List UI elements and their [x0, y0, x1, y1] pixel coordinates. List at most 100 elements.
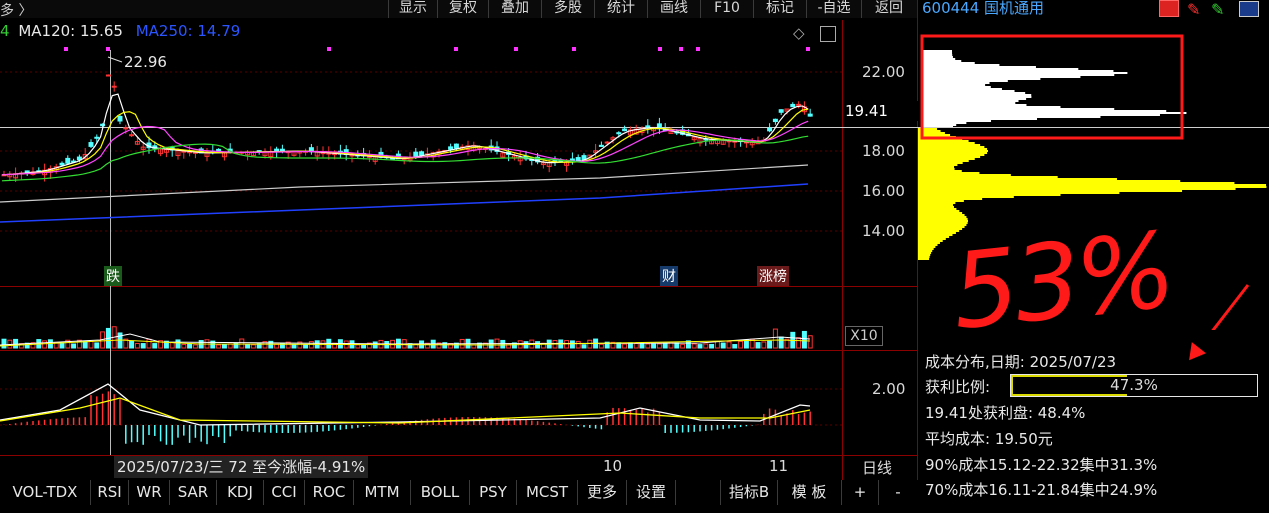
tab-mcst[interactable]: MCST — [517, 480, 578, 505]
chip-bar — [922, 68, 1079, 70]
volume-bar — [1, 338, 7, 349]
chip-bar — [918, 242, 940, 244]
chip-bar — [918, 224, 967, 226]
tab-boll[interactable]: BOLL — [411, 480, 470, 505]
pen-green-icon[interactable]: ✎ — [1211, 0, 1224, 19]
volume-bar — [639, 343, 645, 349]
profit-at-price: 19.41处获利盘: 48.4% — [925, 404, 1086, 422]
tab-vol-tdx[interactable]: VOL-TDX — [0, 480, 91, 505]
chip-bar — [918, 212, 963, 214]
candle-body — [59, 162, 65, 166]
zoom-out-button[interactable]: - — [879, 480, 917, 505]
chip-bar — [918, 248, 934, 250]
signal-dot — [806, 47, 810, 51]
marker-zhangbang[interactable]: 涨榜 — [757, 266, 789, 286]
volume-bar — [71, 343, 77, 349]
volume-bar — [732, 344, 738, 349]
tab-more[interactable]: 更多 — [578, 480, 627, 505]
volume-bar — [82, 341, 88, 349]
chip-bar — [922, 106, 1061, 108]
chip-bar — [918, 160, 969, 162]
kline-chart[interactable] — [0, 0, 918, 480]
marker-die[interactable]: 跌 — [104, 266, 122, 286]
chip-bar — [922, 84, 986, 86]
handwritten-annotation: 53% — [946, 208, 1177, 354]
chip-bar — [922, 80, 1008, 82]
volume-bar — [743, 339, 749, 349]
chip-bar — [918, 162, 963, 164]
period-button[interactable]: 日线 — [862, 457, 892, 478]
tab-kdj[interactable]: KDJ — [217, 480, 264, 505]
marker-cai[interactable]: 财 — [660, 266, 678, 286]
rsi-panel — [0, 383, 811, 445]
indicator-tabs: VOL-TDX RSI WR SAR KDJ CCI ROC MTM BOLL … — [0, 480, 918, 505]
chip-bar — [918, 252, 932, 254]
chip-bar — [922, 72, 1128, 74]
volume-bar — [709, 343, 715, 349]
chip-bar — [918, 216, 967, 218]
tab-wr[interactable]: WR — [129, 480, 170, 505]
crosshair-status: 2025/07/23/三 72 至今涨幅-4.91% — [114, 456, 369, 478]
chip-bar — [922, 76, 1081, 78]
tab-template[interactable]: 模 板 — [777, 480, 842, 505]
volume-bar — [801, 330, 807, 349]
candle-body — [778, 109, 784, 113]
chip-bar — [922, 70, 1114, 72]
chip-bar — [918, 214, 965, 216]
tab-mtm[interactable]: MTM — [354, 480, 411, 505]
volume-bar — [796, 337, 802, 349]
tab-cci[interactable]: CCI — [264, 480, 305, 505]
chip-bar — [918, 206, 954, 208]
chip-bar — [922, 58, 956, 60]
chart-icon[interactable] — [1159, 0, 1179, 17]
candle-body — [88, 142, 94, 147]
signal-dot — [514, 47, 518, 51]
candle-body — [622, 128, 628, 132]
tab-roc[interactable]: ROC — [305, 480, 354, 505]
volume-bar — [674, 342, 680, 349]
cost-date: 成本分布,日期: 2025/07/23 — [925, 353, 1117, 371]
tab-settings[interactable]: 设置 — [627, 480, 676, 505]
chip-bar — [918, 238, 946, 240]
chip-bar — [922, 124, 957, 126]
cost-70: 70%成本16.11-21.84集中24.9% — [925, 481, 1158, 499]
chip-bar — [922, 52, 953, 54]
volume-bar — [134, 343, 140, 349]
signal-dot — [64, 47, 68, 51]
pen-red-icon[interactable]: ✎ — [1187, 0, 1200, 19]
volume-bar — [221, 344, 227, 349]
chip-bar — [922, 50, 953, 52]
tool-icons: ✎ ✎ — [1159, 0, 1269, 19]
chip-bar — [922, 60, 962, 62]
volume-bar — [738, 340, 744, 349]
price-tick: 14.00 — [862, 222, 905, 240]
volume-bar — [169, 342, 175, 349]
chip-bar — [922, 98, 1027, 100]
zoom-in-button[interactable]: + — [842, 480, 879, 505]
volume-multiplier[interactable]: X10 — [845, 326, 883, 346]
chip-bar — [922, 78, 1041, 80]
chip-bar — [918, 182, 1235, 184]
volume-bar — [152, 343, 158, 349]
chip-bar — [918, 186, 1267, 188]
ma-line — [1, 120, 809, 176]
volume-bar — [42, 340, 48, 349]
profit-label: 获利比例: — [925, 378, 991, 396]
tab-indicator-b[interactable]: 指标B — [720, 480, 778, 505]
grid-icon[interactable] — [1239, 1, 1259, 17]
tab-rsi[interactable]: RSI — [91, 480, 129, 505]
chip-bar — [922, 64, 1000, 66]
tab-psy[interactable]: PSY — [470, 480, 517, 505]
volume-bars — [0, 326, 813, 349]
volume-bar — [714, 340, 720, 349]
tab-sar[interactable]: SAR — [170, 480, 217, 505]
volume-bar — [581, 344, 587, 349]
chip-bar — [918, 154, 985, 156]
volume-bar — [303, 344, 309, 349]
chip-bar — [918, 200, 964, 202]
chip-bar — [918, 246, 936, 248]
volume-bar — [807, 335, 813, 349]
signal-dot — [696, 47, 700, 51]
chip-bar — [922, 86, 991, 88]
volume-bar — [767, 340, 773, 349]
